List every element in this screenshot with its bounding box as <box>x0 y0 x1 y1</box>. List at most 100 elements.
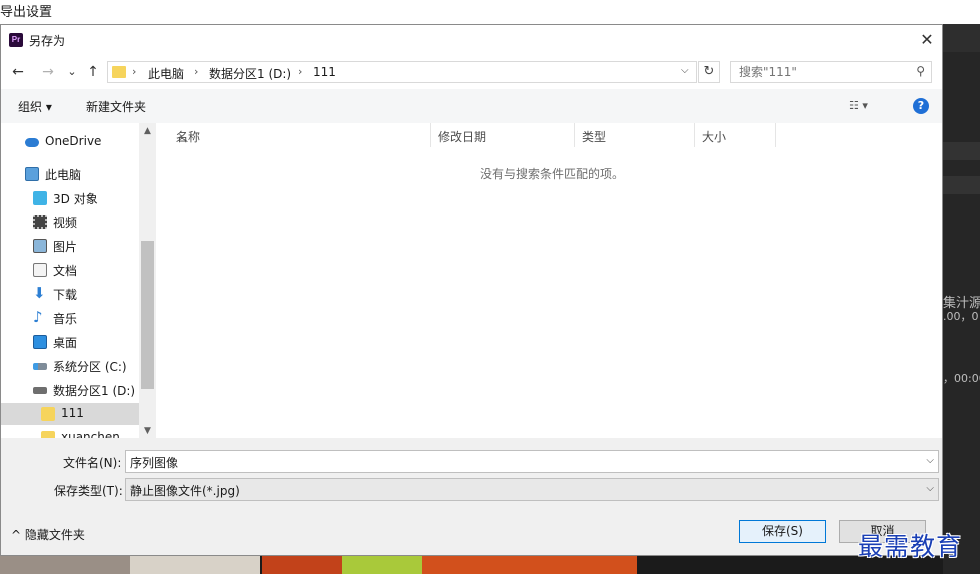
chevron-up-icon: ^ <box>11 528 25 542</box>
sidebar-item-label: 文档 <box>53 264 78 278</box>
search-icon[interactable]: ⚲ <box>916 64 925 78</box>
new-folder-button[interactable]: 新建文件夹 <box>86 98 146 115</box>
navigation-scrollbar[interactable]: ▲ ▼ <box>139 123 156 463</box>
sidebar-item-3d-objects[interactable]: 3D 对象 <box>1 187 139 209</box>
save-button[interactable]: 保存(S) <box>739 520 826 543</box>
breadcrumb-drive-d[interactable]: 数据分区1 (D:) <box>209 65 291 82</box>
filetype-label: 保存类型(T): <box>54 484 123 498</box>
video-icon <box>33 215 47 229</box>
background-window-titlebar: 导出设置 <box>0 0 980 24</box>
sidebar-item-label: 数据分区1 (D:) <box>53 384 136 398</box>
sidebar-item-label: OneDrive <box>45 134 102 148</box>
breadcrumb-separator-icon[interactable]: › <box>298 65 302 78</box>
sidebar-item-music[interactable]: ♪ 音乐 <box>1 307 139 329</box>
sidebar-item-label: 系统分区 (C:) <box>53 360 127 374</box>
breadcrumb-separator-icon: › <box>132 65 137 78</box>
sidebar-item-downloads[interactable]: ⬇ 下载 <box>1 283 139 305</box>
dialog-title: 另存为 <box>29 34 66 48</box>
up-button[interactable]: ↑ <box>84 63 102 81</box>
sidebar-item-label: 3D 对象 <box>53 192 98 206</box>
organize-menu-button[interactable]: 组织 ▾ <box>18 98 52 115</box>
back-button[interactable]: ← <box>9 63 27 81</box>
sidebar-item-drive-d[interactable]: 数据分区1 (D:) <box>1 379 139 401</box>
background-label: ，00:00 <box>943 372 980 385</box>
sidebar-item-folder-111[interactable]: 111 <box>1 403 139 425</box>
thumbnail <box>342 556 422 574</box>
download-icon: ⬇ <box>33 284 46 302</box>
drive-d-icon <box>33 387 47 394</box>
thumbnail <box>422 556 637 574</box>
background-window-title: 导出设置 <box>0 5 53 20</box>
search-box[interactable]: ⚲ <box>730 61 932 83</box>
refresh-button[interactable]: ↻ <box>698 61 720 83</box>
sidebar-item-desktop[interactable]: 桌面 <box>1 331 139 353</box>
recent-locations-button[interactable]: ⌄ <box>63 63 81 81</box>
folder-icon <box>41 407 55 421</box>
filename-field[interactable]: 序列图像 ⌵ <box>125 450 939 473</box>
column-header-date-modified[interactable]: 修改日期 <box>432 123 575 147</box>
sidebar-item-label: 此电脑 <box>45 168 82 182</box>
column-header-label: 修改日期 <box>438 130 487 144</box>
filename-value[interactable]: 序列图像 <box>130 454 178 471</box>
drive-c-icon <box>33 363 47 370</box>
sidebar-item-label: 桌面 <box>53 336 78 350</box>
column-header-size[interactable]: 大小 <box>696 123 776 147</box>
command-toolbar: 组织 ▾ 新建文件夹 ☷ ▾ ? <box>1 89 942 123</box>
address-bar[interactable]: › 此电脑 › 数据分区1 (D:) › 111 ⌵ <box>107 61 697 83</box>
sidebar-item-label: 111 <box>61 406 84 420</box>
sidebar-item-label: 音乐 <box>53 312 78 326</box>
filetype-value[interactable]: 静止图像文件(*.jpg) <box>130 482 240 499</box>
search-input[interactable] <box>739 65 899 79</box>
sidebar-item-label: 视频 <box>53 216 78 230</box>
sidebar-item-drive-c[interactable]: 系统分区 (C:) <box>1 355 139 377</box>
breadcrumb-separator-icon[interactable]: › <box>194 65 198 78</box>
premiere-app-icon: Pr <box>9 33 23 47</box>
sidebar-item-label: 下载 <box>53 288 78 302</box>
background-right-panel: 集汁源 .00，0 ，00:00 <box>943 24 980 574</box>
scrollbar-thumb[interactable] <box>141 241 154 389</box>
column-header-name[interactable]: 名称 ︿ <box>170 123 431 147</box>
chevron-down-icon[interactable]: ⌵ <box>926 455 934 466</box>
watermark-logo: 最需教育 <box>858 532 963 561</box>
dialog-titlebar: Pr 另存为 ✕ <box>1 25 942 55</box>
sort-ascending-icon: ︿ <box>176 130 189 144</box>
column-header-type[interactable]: 类型 <box>576 123 695 147</box>
column-header-label: 大小 <box>702 130 727 144</box>
forward-button[interactable]: → <box>39 63 57 81</box>
hide-folders-toggle[interactable]: ^ 隐藏文件夹 <box>11 526 85 543</box>
sidebar-item-videos[interactable]: 视频 <box>1 211 139 233</box>
help-button[interactable]: ? <box>913 98 929 114</box>
desktop-icon <box>33 335 47 349</box>
sidebar-item-onedrive[interactable]: OneDrive <box>1 131 139 153</box>
background-label: .00，0 <box>943 310 979 323</box>
sidebar-item-this-pc[interactable]: 此电脑 <box>1 163 139 185</box>
navigation-bar: ← → ⌄ ↑ › 此电脑 › 数据分区1 (D:) › 111 ⌵ ↻ ⚲ <box>1 55 942 89</box>
breadcrumb-folder-111[interactable]: 111 <box>313 65 336 79</box>
cube-icon <box>33 191 47 205</box>
file-list: 名称 ︿ 修改日期 类型 大小 没有与搜索条件匹配的项。 <box>158 123 942 463</box>
empty-results-message: 没有与搜索条件匹配的项。 <box>480 167 625 181</box>
chevron-down-icon[interactable]: ⌵ <box>681 65 689 76</box>
background-thumbnail-strip <box>0 556 943 574</box>
music-icon: ♪ <box>33 308 43 326</box>
chevron-down-icon[interactable]: ⌵ <box>926 483 934 494</box>
document-icon <box>33 263 47 277</box>
background-stripe <box>943 142 980 160</box>
thumbnail <box>0 556 130 574</box>
thumbnail <box>262 556 342 574</box>
computer-icon <box>25 167 39 181</box>
sidebar-item-documents[interactable]: 文档 <box>1 259 139 281</box>
scroll-up-icon[interactable]: ▲ <box>139 123 156 140</box>
background-stripe <box>943 176 980 194</box>
save-form-panel: 文件名(N): 序列图像 ⌵ 保存类型(T): 静止图像文件(*.jpg) ⌵ … <box>1 438 942 555</box>
view-options-icon[interactable]: ☷ ▾ <box>849 99 868 112</box>
picture-icon <box>33 239 47 253</box>
column-header-label: 类型 <box>582 130 607 144</box>
filetype-select[interactable]: 静止图像文件(*.jpg) ⌵ <box>125 478 939 501</box>
filename-label: 文件名(N): <box>63 456 122 470</box>
sidebar-item-pictures[interactable]: 图片 <box>1 235 139 257</box>
sidebar-item-label: 图片 <box>53 240 78 254</box>
breadcrumb-this-pc[interactable]: 此电脑 <box>148 65 184 82</box>
close-button[interactable]: ✕ <box>913 29 941 51</box>
save-as-dialog: Pr 另存为 ✕ ← → ⌄ ↑ › 此电脑 › 数据分区1 (D:) › 11… <box>0 24 943 556</box>
